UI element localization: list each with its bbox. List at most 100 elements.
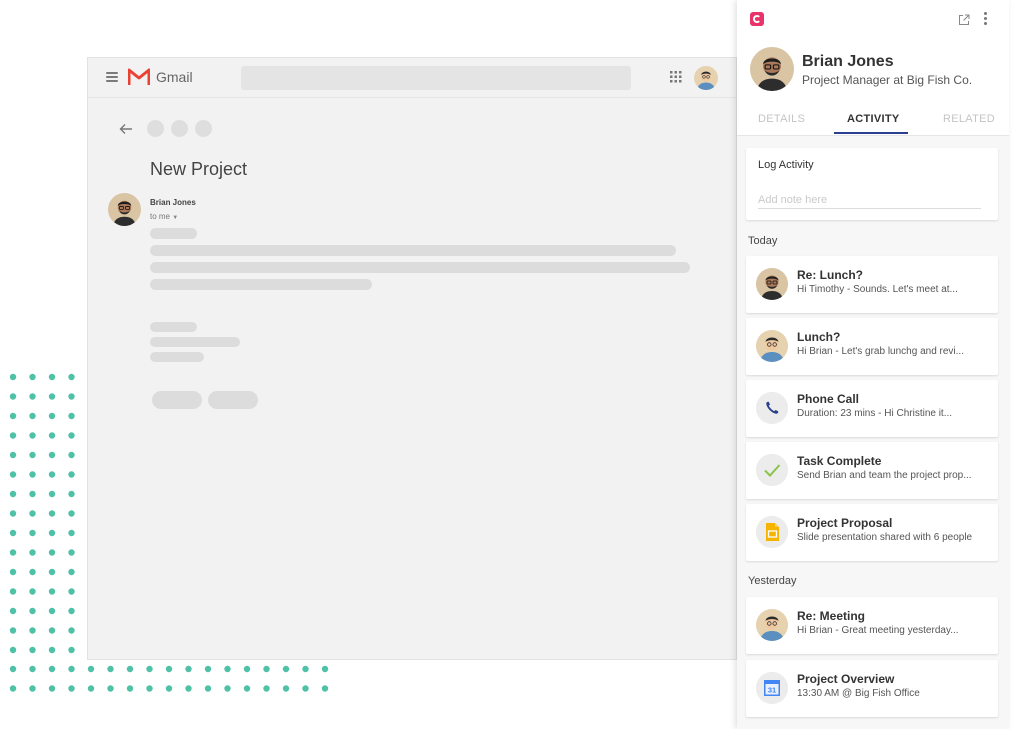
tab-activity[interactable]: ACTIVITY — [847, 113, 900, 125]
decorative-dot — [68, 471, 75, 478]
decorative-dot — [68, 412, 75, 420]
decorative-dot — [224, 665, 231, 673]
account-avatar[interactable] — [694, 66, 718, 90]
active-tab-indicator — [834, 132, 908, 134]
activity-item[interactable]: Task Complete Send Brian and team the pr… — [746, 442, 998, 499]
activity-item[interactable]: Project Proposal Slide presentation shar… — [746, 504, 998, 561]
decorative-dot — [9, 471, 17, 478]
more-options-icon[interactable] — [984, 12, 988, 26]
decorative-dot — [29, 451, 36, 459]
back-arrow-icon[interactable] — [119, 122, 133, 136]
forward-button[interactable] — [208, 391, 258, 409]
activity-item[interactable]: Phone Call Duration: 23 mins - Hi Christ… — [746, 380, 998, 437]
dot-grid-vertical — [8, 372, 83, 672]
decorative-dot — [68, 393, 75, 400]
decorative-dot — [68, 685, 75, 692]
decorative-dot — [165, 685, 173, 692]
decorative-dot — [9, 432, 17, 439]
decorative-dot — [48, 471, 56, 478]
email-body-placeholder — [150, 322, 197, 332]
decorative-dot — [282, 685, 290, 692]
contact-name: Brian Jones — [802, 53, 894, 70]
decorative-dot — [9, 646, 17, 654]
calendar-icon: 31 — [756, 672, 788, 704]
gmail-logo-icon — [127, 68, 151, 86]
timothy-avatar — [756, 330, 788, 362]
decorative-dot — [68, 510, 75, 517]
crm-side-panel: Brian Jones Project Manager at Big Fish … — [737, 0, 1009, 729]
activity-item[interactable]: Lunch? Hi Brian - Let's grab lunchg and … — [746, 318, 998, 375]
activity-title: Re: Meeting — [797, 609, 866, 623]
decorative-dot — [146, 685, 153, 692]
decorative-dot — [29, 588, 36, 595]
decorative-dot — [29, 373, 36, 381]
log-activity-card: Log Activity — [746, 148, 998, 220]
email-subject: New Project — [150, 159, 248, 179]
decorative-dot — [29, 665, 36, 673]
email-action-button[interactable] — [171, 120, 188, 137]
apps-grid-icon[interactable] — [670, 71, 682, 83]
activity-item[interactable]: Re: Lunch? Hi Timothy - Sounds. Let's me… — [746, 256, 998, 313]
activity-item[interactable]: 31 Project Overview 13:30 AM @ Big Fish … — [746, 660, 998, 717]
decorative-dot — [107, 665, 114, 673]
decorative-dot — [107, 685, 114, 692]
decorative-dot — [48, 432, 56, 439]
decorative-dot — [29, 510, 36, 517]
decorative-dot — [68, 607, 75, 615]
gmail-window: Gmail New Project Brian Jones to me ▼ — [87, 57, 737, 660]
decorative-dot — [9, 451, 17, 459]
decorative-dot — [243, 685, 251, 692]
decorative-dot — [9, 685, 17, 692]
decorative-dot — [29, 412, 36, 420]
decorative-dot — [224, 685, 231, 692]
decorative-dot — [321, 665, 329, 673]
decorative-dot — [29, 627, 36, 634]
decorative-dot — [68, 549, 75, 556]
tab-related[interactable]: RELATED — [943, 113, 995, 125]
activity-title: Project Proposal — [797, 516, 893, 530]
activity-item[interactable]: Re: Meeting Hi Brian - Great meeting yes… — [746, 597, 998, 654]
decorative-dot — [29, 432, 36, 439]
menu-icon[interactable] — [106, 72, 118, 82]
decorative-dot — [68, 529, 75, 537]
activity-subtitle: Duration: 23 mins - Hi Christine it... — [797, 408, 953, 419]
decorative-dot — [29, 393, 36, 400]
decorative-dot — [9, 549, 17, 556]
section-label-yesterday: Yesterday — [748, 575, 797, 587]
open-external-icon[interactable] — [958, 13, 970, 25]
decorative-dot — [165, 665, 173, 673]
tab-details[interactable]: DETAILS — [758, 113, 805, 125]
decorative-dot — [29, 471, 36, 478]
panel-header: Brian Jones Project Manager at Big Fish … — [737, 0, 1009, 136]
email-action-button[interactable] — [147, 120, 164, 137]
note-input[interactable] — [758, 191, 981, 209]
decorative-dot — [48, 588, 56, 595]
activity-subtitle: Hi Brian - Let's grab lunchg and revi... — [797, 346, 964, 357]
decorative-dot — [146, 665, 153, 673]
decorative-dot — [68, 451, 75, 459]
decorative-dot — [9, 393, 17, 400]
decorative-dot — [29, 549, 36, 556]
decorative-dot — [185, 665, 192, 673]
reply-button[interactable] — [152, 391, 202, 409]
decorative-dot — [48, 568, 56, 576]
sender-avatar — [108, 193, 141, 226]
email-action-button[interactable] — [195, 120, 212, 137]
decorative-dot — [263, 665, 270, 673]
log-activity-title: Log Activity — [758, 159, 814, 171]
decorative-dot — [9, 490, 17, 498]
decorative-dot — [9, 529, 17, 537]
recipient-toggle[interactable]: to me ▼ — [150, 212, 178, 221]
decorative-dot — [48, 490, 56, 498]
decorative-dot — [302, 685, 309, 692]
decorative-dot — [126, 665, 134, 673]
email-body-placeholder — [150, 262, 690, 273]
search-bar[interactable] — [241, 66, 631, 90]
contact-avatar — [750, 47, 794, 91]
decorative-dot — [9, 665, 17, 673]
calendar-day: 31 — [768, 686, 776, 695]
phone-icon — [756, 392, 788, 424]
activity-subtitle: Slide presentation shared with 6 people — [797, 532, 973, 543]
decorative-dot — [48, 549, 56, 556]
brian-avatar — [756, 268, 788, 300]
